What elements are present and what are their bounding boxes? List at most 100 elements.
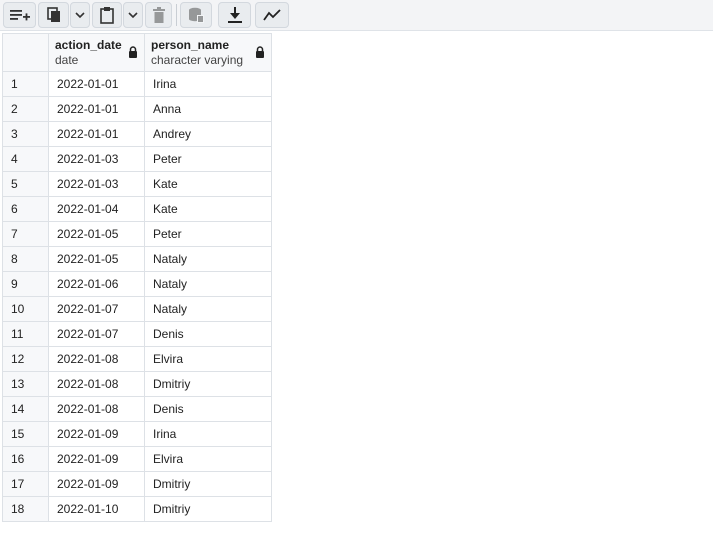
cell-action-date[interactable]: 2022-01-08	[48, 346, 145, 372]
table-row[interactable]: 16 2022-01-09 Elvira	[2, 446, 272, 472]
cell-action-date[interactable]: 2022-01-09	[48, 471, 145, 497]
cell-action-date[interactable]: 2022-01-05	[48, 246, 145, 272]
column-header-action-date[interactable]: action_date date	[48, 33, 145, 72]
table-row[interactable]: 12 2022-01-08 Elvira	[2, 346, 272, 372]
cell-action-date[interactable]: 2022-01-07	[48, 296, 145, 322]
row-number[interactable]: 2	[2, 96, 49, 122]
data-output-grid: action_date date person_name character v…	[2, 33, 272, 522]
cell-action-date[interactable]: 2022-01-01	[48, 71, 145, 97]
data-grid-toolbar	[0, 0, 713, 31]
cell-action-date[interactable]: 2022-01-01	[48, 96, 145, 122]
row-number[interactable]: 11	[2, 321, 49, 347]
cell-person-name[interactable]: Peter	[144, 146, 272, 172]
row-number[interactable]: 3	[2, 121, 49, 147]
cell-action-date[interactable]: 2022-01-09	[48, 446, 145, 472]
result-table: action_date date person_name character v…	[2, 33, 272, 522]
cell-person-name[interactable]: Dmitriy	[144, 496, 272, 522]
row-number[interactable]: 14	[2, 396, 49, 422]
download-icon	[227, 7, 242, 23]
row-number[interactable]: 15	[2, 421, 49, 447]
cell-person-name[interactable]: Nataly	[144, 271, 272, 297]
cell-action-date[interactable]: 2022-01-06	[48, 271, 145, 297]
lock-icon	[129, 46, 137, 58]
cell-action-date[interactable]: 2022-01-01	[48, 121, 145, 147]
row-number[interactable]: 18	[2, 496, 49, 522]
row-number[interactable]: 5	[2, 171, 49, 197]
cell-person-name[interactable]: Dmitriy	[144, 471, 272, 497]
row-number[interactable]: 7	[2, 221, 49, 247]
cell-person-name[interactable]: Dmitriy	[144, 371, 272, 397]
row-number[interactable]: 9	[2, 271, 49, 297]
chevron-down-icon	[128, 12, 138, 19]
cell-action-date[interactable]: 2022-01-07	[48, 321, 145, 347]
row-number[interactable]: 13	[2, 371, 49, 397]
table-row[interactable]: 2 2022-01-01 Anna	[2, 96, 272, 122]
table-row[interactable]: 9 2022-01-06 Nataly	[2, 271, 272, 297]
table-row[interactable]: 11 2022-01-07 Denis	[2, 321, 272, 347]
table-row[interactable]: 6 2022-01-04 Kate	[2, 196, 272, 222]
copy-options-button[interactable]	[70, 2, 90, 28]
delete-button[interactable]	[145, 2, 172, 28]
cell-action-date[interactable]: 2022-01-03	[48, 146, 145, 172]
cell-person-name[interactable]: Irina	[144, 71, 272, 97]
select-all-corner[interactable]	[2, 33, 49, 72]
table-row[interactable]: 3 2022-01-01 Andrey	[2, 121, 272, 147]
header-row: action_date date person_name character v…	[2, 33, 272, 72]
lock-icon	[256, 46, 264, 58]
cell-person-name[interactable]: Peter	[144, 221, 272, 247]
row-number[interactable]: 4	[2, 146, 49, 172]
row-number[interactable]: 16	[2, 446, 49, 472]
database-save-icon	[189, 7, 204, 23]
cell-action-date[interactable]: 2022-01-08	[48, 371, 145, 397]
table-row[interactable]: 1 2022-01-01 Irina	[2, 71, 272, 97]
cell-action-date[interactable]: 2022-01-09	[48, 421, 145, 447]
column-type: character varying	[151, 52, 244, 67]
cell-person-name[interactable]: Denis	[144, 321, 272, 347]
table-row[interactable]: 10 2022-01-07 Nataly	[2, 296, 272, 322]
cell-action-date[interactable]: 2022-01-04	[48, 196, 145, 222]
paste-options-button[interactable]	[123, 2, 143, 28]
cell-person-name[interactable]: Anna	[144, 96, 272, 122]
cell-person-name[interactable]: Nataly	[144, 296, 272, 322]
table-row[interactable]: 17 2022-01-09 Dmitriy	[2, 471, 272, 497]
cell-person-name[interactable]: Denis	[144, 396, 272, 422]
table-row[interactable]: 5 2022-01-03 Kate	[2, 171, 272, 197]
row-number[interactable]: 6	[2, 196, 49, 222]
row-number[interactable]: 12	[2, 346, 49, 372]
table-body: 1 2022-01-01 Irina 2 2022-01-01 Anna 3 2022-01-…	[2, 71, 272, 522]
row-number[interactable]: 17	[2, 471, 49, 497]
save-data-button[interactable]	[180, 2, 212, 28]
cell-person-name[interactable]: Irina	[144, 421, 272, 447]
line-chart-icon	[263, 9, 281, 21]
add-row-icon	[9, 10, 30, 21]
table-row[interactable]: 7 2022-01-05 Peter	[2, 221, 272, 247]
table-row[interactable]: 15 2022-01-09 Irina	[2, 421, 272, 447]
toolbar-separator	[176, 4, 177, 26]
add-row-button[interactable]	[3, 2, 36, 28]
copy-button[interactable]	[38, 2, 69, 28]
cell-action-date[interactable]: 2022-01-10	[48, 496, 145, 522]
row-number[interactable]: 1	[2, 71, 49, 97]
graph-visualiser-button[interactable]	[255, 2, 289, 28]
cell-action-date[interactable]: 2022-01-05	[48, 221, 145, 247]
cell-person-name[interactable]: Andrey	[144, 121, 272, 147]
cell-person-name[interactable]: Kate	[144, 196, 272, 222]
column-header-person-name[interactable]: person_name character varying	[144, 33, 272, 72]
cell-action-date[interactable]: 2022-01-08	[48, 396, 145, 422]
table-row[interactable]: 8 2022-01-05 Nataly	[2, 246, 272, 272]
paste-button[interactable]	[92, 2, 122, 28]
table-row[interactable]: 4 2022-01-03 Peter	[2, 146, 272, 172]
table-row[interactable]: 13 2022-01-08 Dmitriy	[2, 371, 272, 397]
download-button[interactable]	[218, 2, 251, 28]
table-row[interactable]: 14 2022-01-08 Denis	[2, 396, 272, 422]
cell-action-date[interactable]: 2022-01-03	[48, 171, 145, 197]
chevron-down-icon	[75, 12, 85, 19]
paste-icon	[100, 7, 114, 24]
row-number[interactable]: 10	[2, 296, 49, 322]
cell-person-name[interactable]: Nataly	[144, 246, 272, 272]
row-number[interactable]: 8	[2, 246, 49, 272]
table-row[interactable]: 18 2022-01-10 Dmitriy	[2, 496, 272, 522]
cell-person-name[interactable]: Elvira	[144, 446, 272, 472]
cell-person-name[interactable]: Kate	[144, 171, 272, 197]
cell-person-name[interactable]: Elvira	[144, 346, 272, 372]
